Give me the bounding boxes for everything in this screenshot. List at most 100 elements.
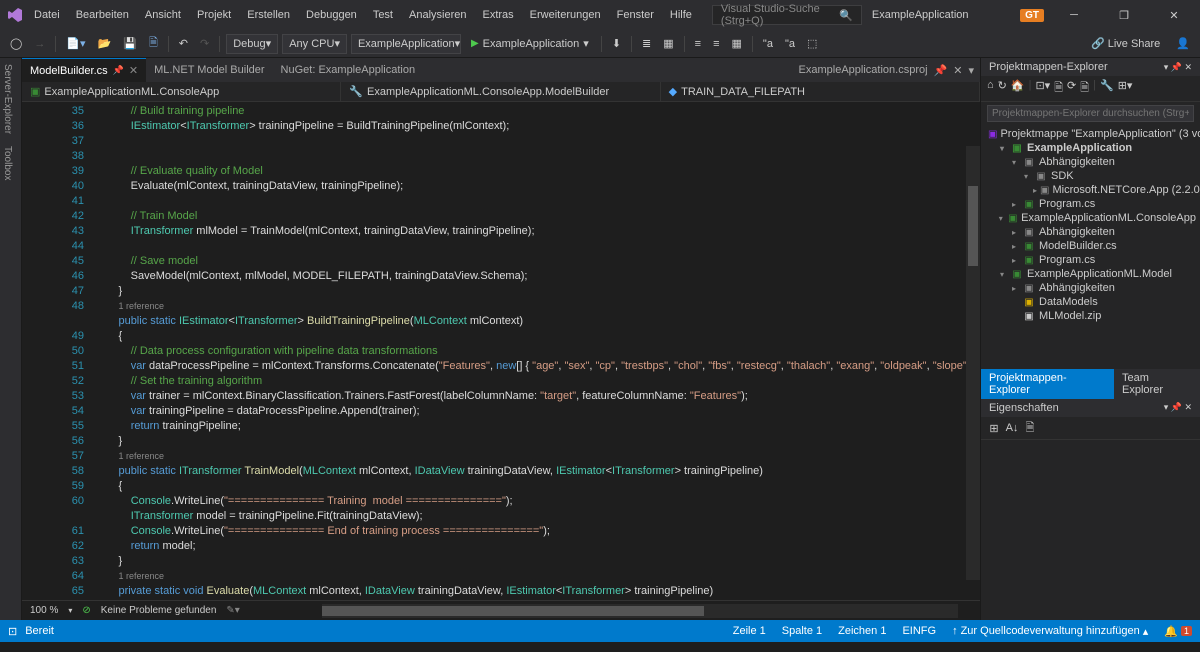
vs-logo-icon (6, 6, 24, 24)
output-icon[interactable]: ⊡ (8, 625, 17, 638)
nav-back-icon[interactable]: ◯ (6, 35, 26, 52)
user-badge[interactable]: GT (1020, 9, 1044, 22)
close-button[interactable]: ✕ (1154, 0, 1194, 30)
feedback-icon[interactable]: 👤 (1172, 35, 1194, 52)
platform-dropdown[interactable]: Any CPU ▾ (282, 34, 347, 54)
save-all-icon[interactable]: 🗎 (145, 32, 162, 55)
tb-icon-5[interactable]: ▦ (728, 35, 746, 52)
menu-hilfe[interactable]: Hilfe (662, 5, 700, 25)
nav-member-dropdown[interactable]: ◆TRAIN_DATA_FILEPATH (661, 82, 980, 101)
new-file-icon[interactable]: 📄▾ (62, 35, 89, 52)
se-sync-icon[interactable]: 🏠 (1011, 79, 1025, 98)
menu-debuggen[interactable]: Debuggen (298, 5, 365, 25)
step-icon[interactable]: ⬇ (608, 35, 625, 52)
error-status[interactable]: Keine Probleme gefunden (101, 605, 217, 616)
panel-tab[interactable]: Team Explorer (1114, 369, 1200, 399)
code-editor[interactable]: 3536373839404142434445464748495051525354… (22, 102, 980, 600)
config-dropdown[interactable]: Debug ▾ (226, 34, 278, 54)
redo-icon[interactable]: ↷ (196, 35, 213, 52)
props-page-icon[interactable]: 🗎 (1023, 421, 1037, 435)
tb-icon-2[interactable]: ▦ (659, 35, 677, 52)
side-tab-server-explorer[interactable]: Server-Explorer (0, 58, 15, 140)
maximize-button[interactable]: ❐ (1104, 0, 1144, 30)
menu-projekt[interactable]: Projekt (189, 5, 239, 25)
project-file-label[interactable]: ExampleApplication.csproj (799, 64, 928, 76)
se-wrench-icon[interactable]: 🔧 (1100, 79, 1114, 98)
tb-icon-1[interactable]: ≣ (638, 35, 655, 52)
tab-dropdown-icon[interactable]: ▾ (968, 64, 974, 77)
doc-tab[interactable]: NuGet: ExampleApplication (273, 58, 424, 82)
menu-erweiterungen[interactable]: Erweiterungen (522, 5, 609, 25)
props-az-icon[interactable]: A↓ (1005, 421, 1019, 435)
source-control-button[interactable]: ↑ Zur Quellcodeverwaltung hinzufügen ▴ (952, 625, 1148, 638)
toolbar: ◯ → 📄▾ 📂 💾 🗎 ↶ ↷ Debug ▾ Any CPU ▾ Examp… (0, 30, 1200, 58)
tree-node[interactable]: ▣MLModel.zip (985, 309, 1196, 323)
run-button[interactable]: ▶ExampleApplication ▾ (465, 35, 595, 52)
tree-node[interactable]: ▸▣ModelBuilder.cs (985, 239, 1196, 253)
menu-analysieren[interactable]: Analysieren (401, 5, 474, 25)
tree-node[interactable]: ▾▣Abhängigkeiten (985, 155, 1196, 169)
se-showall-icon[interactable]: 🗎 (1054, 79, 1063, 98)
pen-icon[interactable]: ✎▾ (226, 605, 239, 616)
tree-node[interactable]: ▸▣Program.cs (985, 253, 1196, 267)
tb-icon-4[interactable]: ≡ (709, 36, 723, 52)
open-icon[interactable]: 📂 (94, 35, 116, 52)
solution-tree[interactable]: ▣Projektmappe "ExampleApplication" (3 vo… (981, 125, 1200, 369)
zoom-level[interactable]: 100 % (30, 605, 58, 616)
solution-explorer-search[interactable] (981, 102, 1200, 125)
menu-erstellen[interactable]: Erstellen (239, 5, 298, 25)
menu-bearbeiten[interactable]: Bearbeiten (68, 5, 137, 25)
tree-node[interactable]: ▾▣SDK (985, 169, 1196, 183)
tree-node[interactable]: ▣Projektmappe "ExampleApplication" (3 vo… (985, 127, 1196, 141)
se-collapse-icon[interactable]: ⊡▾ (1035, 79, 1050, 98)
tree-node[interactable]: ▾▣ExampleApplicationML.Model (985, 267, 1196, 281)
menu-extras[interactable]: Extras (474, 5, 521, 25)
tb-icon-8[interactable]: ⬚ (803, 35, 821, 52)
doc-tab[interactable]: ML.NET Model Builder (146, 58, 272, 82)
se-back-icon[interactable]: ↻ (998, 79, 1007, 98)
notifications-button[interactable]: 🔔1 (1164, 625, 1192, 638)
props-cat-icon[interactable]: ⊞ (987, 421, 1001, 435)
nav-project-dropdown[interactable]: ▣ExampleApplicationML.ConsoleApp (22, 82, 341, 101)
undo-icon[interactable]: ↶ (175, 35, 192, 52)
save-icon[interactable]: 💾 (119, 35, 141, 52)
tree-node[interactable]: ▸▣Program.cs (985, 197, 1196, 211)
tree-node[interactable]: ▣DataModels (985, 295, 1196, 309)
tree-node[interactable]: ▾▣ExampleApplicationML.ConsoleApp (985, 211, 1196, 225)
horizontal-scrollbar[interactable] (322, 604, 958, 618)
tb-icon-3[interactable]: ≡ (691, 36, 705, 52)
minimize-button[interactable]: ─ (1054, 0, 1094, 30)
vertical-scrollbar[interactable] (966, 146, 980, 580)
editor-area: ModelBuilder.cs📌✕ML.NET Model BuilderNuG… (22, 58, 980, 620)
side-tab-toolbox[interactable]: Toolbox (0, 140, 15, 186)
nav-class-dropdown[interactable]: 🔧ExampleApplicationML.ConsoleApp.ModelBu… (341, 82, 660, 101)
menu-datei[interactable]: Datei (26, 5, 68, 25)
menu-fenster[interactable]: Fenster (609, 5, 662, 25)
se-home-icon[interactable]: ⌂ (987, 79, 994, 98)
se-view-icon[interactable]: ⊞▾ (1118, 79, 1133, 98)
editor-nav-bar: ▣ExampleApplicationML.ConsoleApp 🔧Exampl… (22, 82, 980, 102)
tb-icon-6[interactable]: "a (759, 36, 777, 52)
status-column[interactable]: Spalte 1 (782, 625, 822, 637)
tab-pin-icon[interactable]: 📌 (934, 64, 948, 77)
se-refresh-icon[interactable]: ⟳ (1067, 79, 1076, 98)
se-props-icon[interactable]: 🗎 (1080, 79, 1089, 98)
doc-tab[interactable]: ModelBuilder.cs📌✕ (22, 58, 146, 82)
status-char[interactable]: Zeichen 1 (838, 625, 886, 637)
liveshare-button[interactable]: 🔗 Live Share (1083, 35, 1168, 52)
status-line[interactable]: Zeile 1 (733, 625, 766, 637)
tb-icon-7[interactable]: "a (781, 36, 799, 52)
nav-fwd-icon[interactable]: → (30, 36, 49, 52)
tree-node[interactable]: ▸▣Abhängigkeiten (985, 225, 1196, 239)
tab-close-icon[interactable]: ✕ (953, 64, 962, 77)
menu-test[interactable]: Test (365, 5, 401, 25)
menu-ansicht[interactable]: Ansicht (137, 5, 189, 25)
project-dropdown[interactable]: ExampleApplication ▾ (351, 34, 461, 54)
status-insert[interactable]: EINFG (902, 625, 936, 637)
solution-explorer-toolbar: ⌂ ↻ 🏠 | ⊡▾ 🗎 ⟳ 🗎 | 🔧 ⊞▾ (981, 76, 1200, 102)
tree-node[interactable]: ▾▣ExampleApplication (985, 141, 1196, 155)
tree-node[interactable]: ▸▣Abhängigkeiten (985, 281, 1196, 295)
search-input[interactable]: Visual Studio-Suche (Strg+Q)🔍 (712, 5, 862, 25)
tree-node[interactable]: ▸▣Microsoft.NETCore.App (2.2.0) (985, 183, 1196, 197)
panel-tab[interactable]: Projektmappen-Explorer (981, 369, 1114, 399)
